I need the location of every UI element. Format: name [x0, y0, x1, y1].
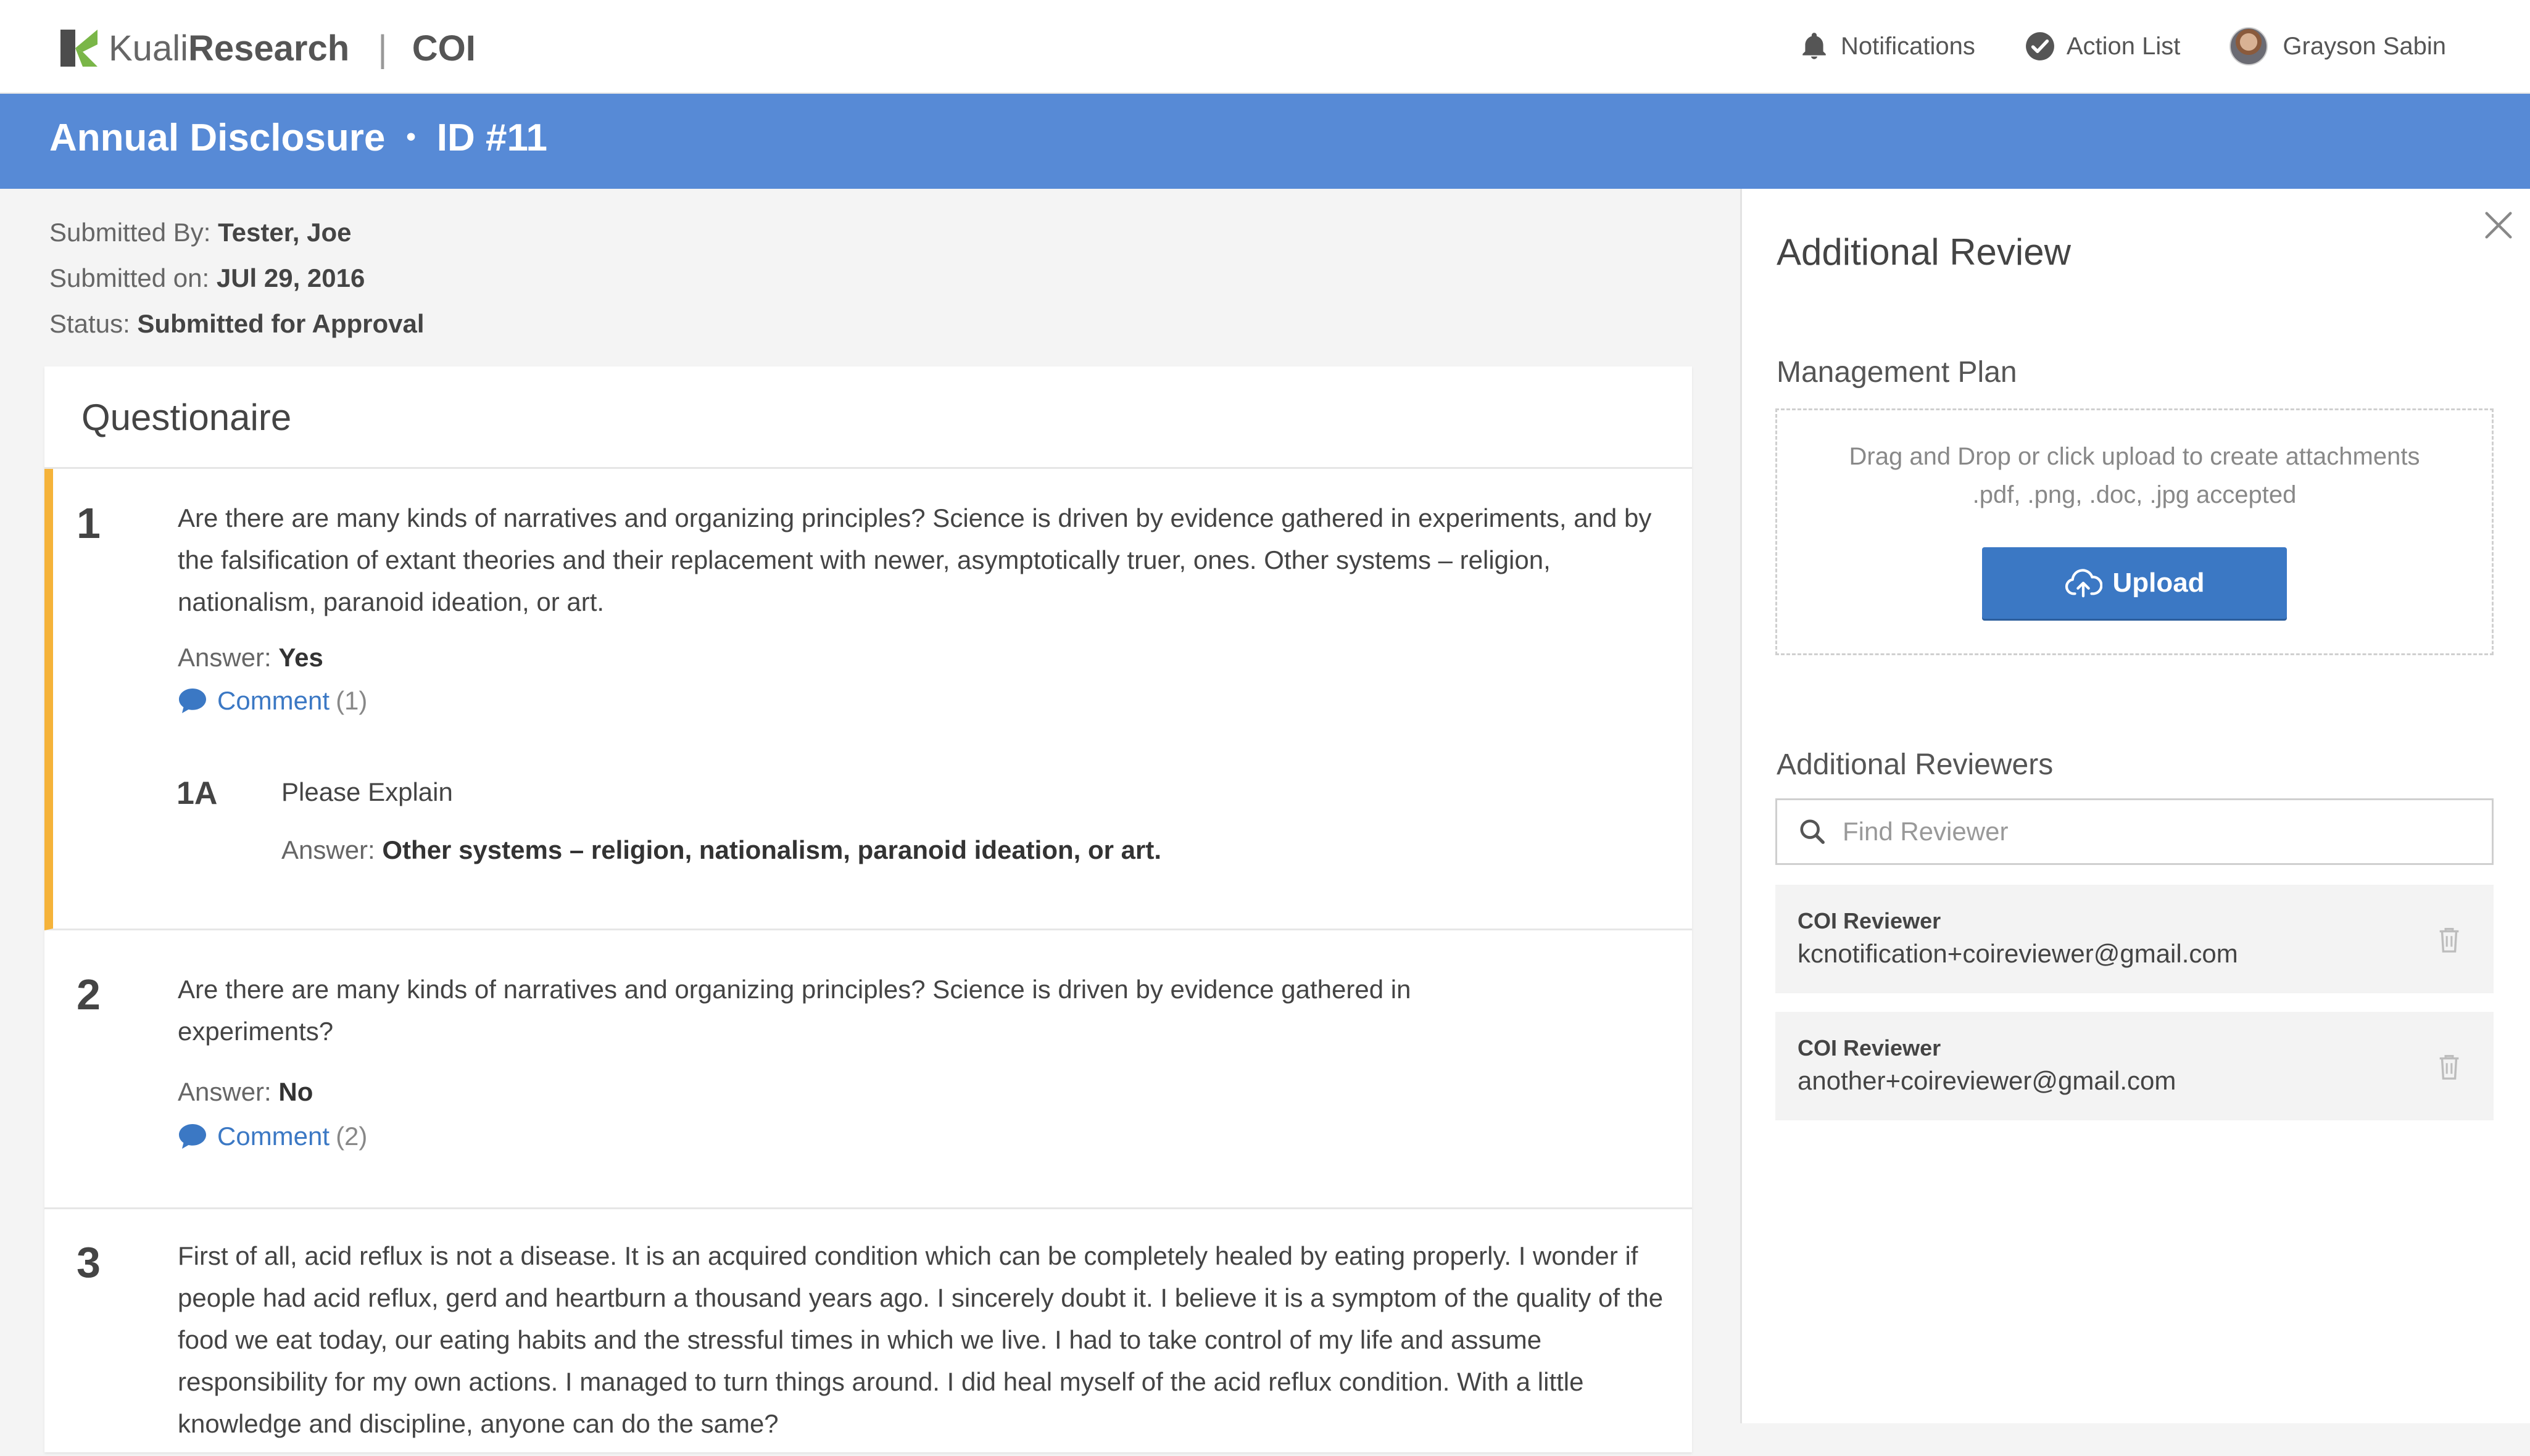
sub-question-number: 1A — [176, 776, 218, 811]
answer-value: No — [278, 1077, 313, 1106]
top-navigation-bar: KualiResearch | COI Notifications Action… — [0, 0, 2530, 94]
find-reviewer-input[interactable] — [1841, 816, 2461, 847]
comment-label: Comment — [217, 1122, 330, 1151]
logo-text-kuali: Kuali — [109, 28, 188, 68]
reviewer-card: COI Reviewer another+coireviewer@gmail.c… — [1775, 1012, 2494, 1120]
status-value: Submitted for Approval — [137, 309, 425, 338]
upload-button[interactable]: Upload — [1982, 547, 2287, 619]
cloud-upload-icon — [2065, 569, 2103, 598]
logo-text: KualiResearch — [109, 28, 349, 69]
questionnaire-title: Questionaire — [44, 366, 1692, 469]
dropzone-line-2: .pdf, .png, .doc, .jpg accepted — [1972, 481, 2297, 508]
sub-answer-label: Answer: — [281, 835, 375, 864]
status-row: Status: Submitted for Approval — [49, 301, 425, 347]
notifications-label: Notifications — [1841, 32, 1975, 60]
user-name: Grayson Sabin — [2283, 32, 2446, 60]
disclosure-type: Annual Disclosure — [49, 117, 386, 159]
question-number: 2 — [77, 970, 101, 1019]
close-icon[interactable] — [2481, 207, 2516, 243]
question-3[interactable]: 3 First of all, acid reflux is not a dis… — [44, 1209, 1692, 1456]
speech-bubble-icon — [179, 1124, 206, 1149]
question-text: First of all, acid reflux is not a disea… — [178, 1241, 1664, 1438]
bell-icon — [1802, 33, 1826, 59]
sub-answer-value: Other systems – religion, nationalism, p… — [382, 835, 1162, 864]
kuali-research-logo[interactable]: KualiResearch | COI — [57, 26, 476, 70]
additional-reviewers-label: Additional Reviewers — [1777, 748, 2054, 781]
answer-row: Answer: Yes — [178, 643, 1671, 672]
comment-link[interactable]: Comment (1) — [178, 686, 1671, 716]
management-plan-label: Management Plan — [1777, 356, 2017, 389]
speech-bubble-icon — [179, 689, 206, 713]
find-reviewer-field[interactable] — [1775, 798, 2494, 865]
notifications-link[interactable]: Notifications — [1799, 30, 1975, 62]
question-1[interactable]: 1 Are there are many kinds of narratives… — [44, 469, 1692, 930]
reviewer-email: kcnotification+coireviewer@gmail.com — [1798, 939, 2238, 968]
panel-title: Additional Review — [1777, 231, 2071, 273]
answer-label: Answer: — [178, 643, 272, 672]
sub-question-text: Please Explain — [281, 777, 453, 806]
module-name: COI — [412, 28, 476, 68]
additional-review-panel: Additional Review Management Plan Drag a… — [1740, 189, 2530, 1423]
question-2[interactable]: 2 Are there are many kinds of narratives… — [44, 930, 1692, 1209]
sub-question-1a[interactable]: 1A Please Explain Answer: Other systems … — [176, 775, 1671, 865]
answer-label: Answer: — [178, 1077, 272, 1106]
submitted-on-value: JUl 29, 2016 — [216, 263, 365, 292]
trash-icon[interactable] — [2437, 1053, 2462, 1081]
action-list-link[interactable]: Action List — [2025, 31, 2181, 62]
submitted-by-label: Submitted By: — [49, 218, 211, 247]
kuali-logo-icon — [60, 30, 97, 67]
reviewer-role: COI Reviewer — [1798, 1035, 1941, 1061]
search-icon — [1800, 819, 1825, 844]
user-menu[interactable]: Grayson Sabin — [2229, 27, 2446, 65]
dropzone-instructions: Drag and Drop or click upload to create … — [1777, 437, 2492, 514]
sub-answer-row: Answer: Other systems – religion, nation… — [281, 835, 1671, 865]
reviewer-role: COI Reviewer — [1798, 908, 1941, 933]
answer-row: Answer: No — [178, 1077, 1449, 1107]
status-label: Status: — [49, 309, 130, 338]
comment-label: Comment — [217, 686, 330, 715]
header-nav: Notifications Action List Grayson Sabin — [1749, 23, 2446, 69]
check-circle-icon — [2025, 32, 2054, 60]
submitted-by-value: Tester, Joe — [218, 218, 352, 247]
answer-value: Yes — [278, 643, 323, 672]
comment-count: (2) — [336, 1122, 368, 1151]
question-number: 3 — [77, 1238, 101, 1286]
logo-text-research: Research — [188, 28, 350, 68]
question-text: Are there are many kinds of narratives a… — [178, 975, 1411, 1046]
reviewer-card: COI Reviewer kcnotification+coireviewer@… — [1775, 885, 2494, 993]
disclosure-title-bar: Annual Disclosure • ID #11 — [0, 94, 2530, 189]
submitted-by-row: Submitted By: Tester, Joe — [49, 210, 425, 255]
disclosure-id: ID #11 — [436, 117, 548, 159]
submitted-on-label: Submitted on: — [49, 263, 210, 292]
disclosure-meta: Submitted By: Tester, Joe Submitted on: … — [49, 210, 425, 347]
action-list-label: Action List — [2066, 32, 2181, 60]
reviewer-email: another+coireviewer@gmail.com — [1798, 1066, 2176, 1095]
attachment-dropzone[interactable]: Drag and Drop or click upload to create … — [1775, 408, 2494, 655]
upload-label: Upload — [2112, 568, 2205, 598]
page-title: Annual Disclosure • ID #11 — [49, 116, 547, 160]
logo-separator: | — [378, 27, 388, 69]
avatar — [2229, 27, 2268, 65]
dropzone-line-1: Drag and Drop or click upload to create … — [1849, 443, 2420, 470]
question-number: 1 — [77, 499, 101, 547]
questionnaire-card: Questionaire 1 Are there are many kinds … — [44, 366, 1692, 1452]
title-separator: • — [406, 121, 416, 152]
comment-count: (1) — [336, 686, 368, 715]
trash-icon[interactable] — [2437, 925, 2462, 954]
question-text: Are there are many kinds of narratives a… — [178, 503, 1652, 616]
comment-link[interactable]: Comment (2) — [178, 1122, 1449, 1151]
submitted-on-row: Submitted on: JUl 29, 2016 — [49, 255, 425, 301]
